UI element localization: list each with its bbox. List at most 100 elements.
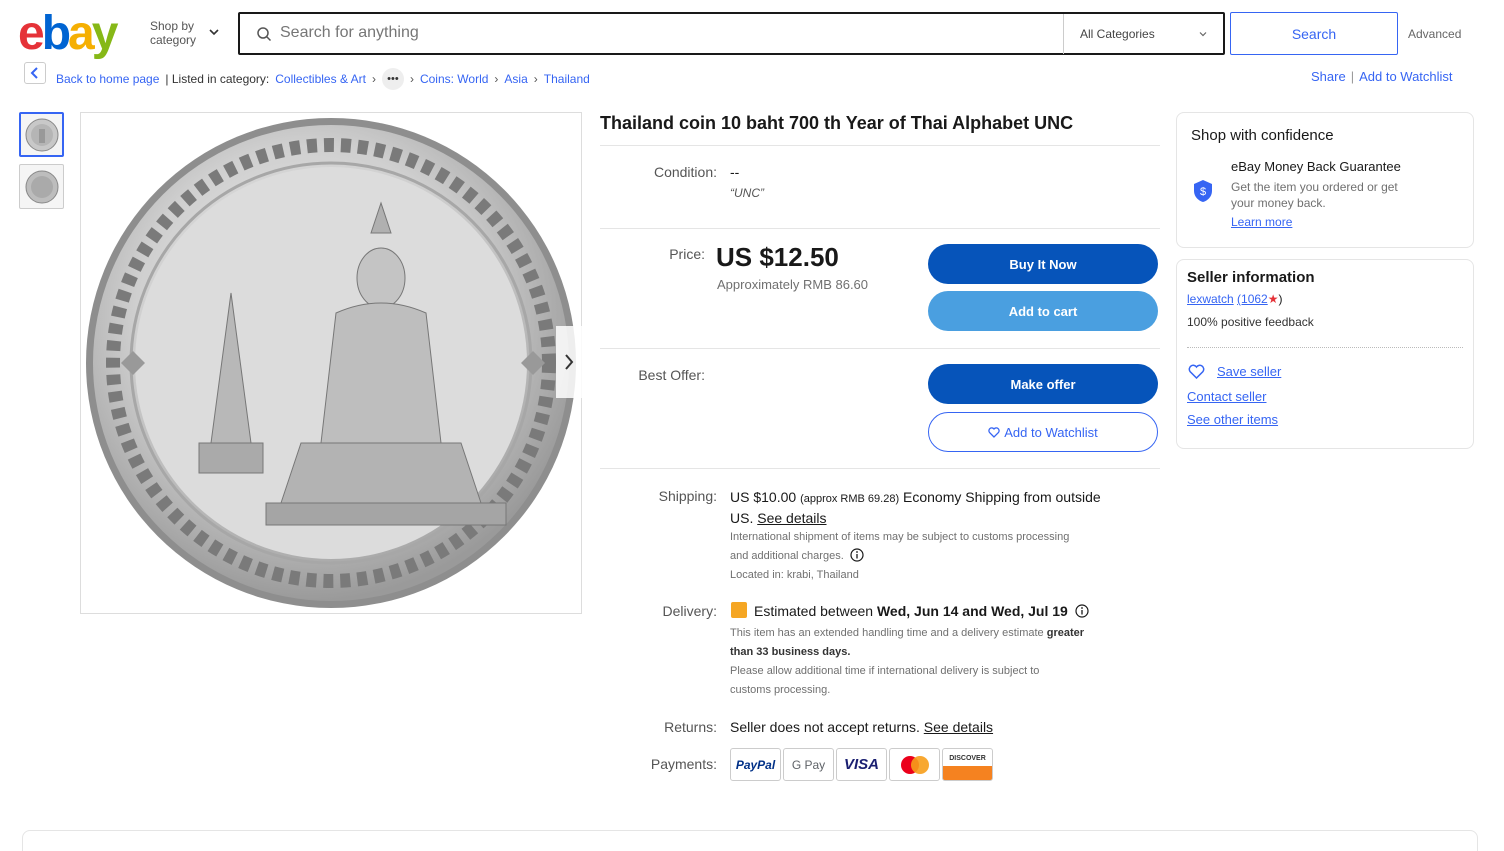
- delivery-prefix: Estimated between: [754, 603, 874, 619]
- back-button[interactable]: [24, 62, 46, 84]
- discover-icon: DISCOVER: [942, 748, 993, 781]
- breadcrumb-collectibles[interactable]: Collectibles & Art: [275, 72, 366, 86]
- returns-label: Returns:: [664, 719, 717, 735]
- ebay-logo[interactable]: ebay: [18, 7, 119, 60]
- star-icon: ★: [1267, 292, 1279, 306]
- make-offer-button[interactable]: Make offer: [928, 364, 1158, 404]
- seller-name-link[interactable]: lexwatch: [1187, 292, 1234, 306]
- delivery-note-bold-1: greater: [1046, 627, 1085, 639]
- buy-it-now-button[interactable]: Buy It Now: [928, 244, 1158, 284]
- next-image-button[interactable]: [556, 326, 582, 398]
- breadcrumb-asia[interactable]: Asia: [504, 72, 527, 86]
- divider: [600, 145, 1160, 146]
- returns-see-details-link[interactable]: See details: [924, 719, 993, 735]
- guarantee-title: eBay Money Back Guarantee: [1231, 159, 1401, 174]
- paypal-icon: PayPal: [730, 748, 781, 781]
- heart-icon[interactable]: [1188, 364, 1205, 379]
- shipping-note-line-2: and additional charges.: [730, 547, 1150, 566]
- logo-letter-y: y: [91, 7, 119, 60]
- see-other-items-link[interactable]: See other items: [1187, 412, 1278, 427]
- breadcrumb: Back to home page | Listed in category: …: [56, 68, 590, 90]
- thumbnail-2[interactable]: [19, 164, 64, 209]
- add-to-watchlist-button[interactable]: Add to Watchlist: [928, 412, 1158, 452]
- seller-score-close: ): [1278, 292, 1283, 306]
- condition-note: “UNC”: [730, 186, 764, 200]
- seller-info-title: Seller information: [1187, 269, 1315, 286]
- chevron-right-icon: ›: [371, 72, 376, 86]
- thumbnail-1[interactable]: [19, 112, 64, 157]
- breadcrumb-coins-world[interactable]: Coins: World: [420, 72, 488, 86]
- add-to-cart-button[interactable]: Add to cart: [928, 291, 1158, 331]
- price-label: Price:: [669, 246, 705, 262]
- chevron-left-icon: [30, 67, 38, 79]
- category-label: category: [150, 33, 197, 47]
- delivery-note-line-3: Please allow additional time if internat…: [730, 665, 1040, 677]
- item-price: US $12.50: [716, 242, 839, 272]
- share-watchlist-links: Share | Add to Watchlist: [1311, 69, 1453, 84]
- returns-info: Seller does not accept returns. See deta…: [730, 719, 993, 735]
- price-approx: Approximately RMB 86.60: [717, 277, 869, 292]
- learn-more-link[interactable]: Learn more: [1231, 215, 1292, 229]
- chevron-right-icon: ›: [533, 72, 538, 86]
- save-seller-link[interactable]: Save seller: [1217, 364, 1281, 379]
- shipping-info: US $10.00 (approx RMB 69.28) Economy Shi…: [730, 488, 1150, 528]
- shipping-see-details-link[interactable]: See details: [757, 510, 826, 526]
- back-to-home-link[interactable]: Back to home page: [56, 72, 159, 86]
- listed-in-label: | Listed in category:: [165, 72, 270, 86]
- main-product-image[interactable]: [80, 112, 582, 614]
- shipping-approx: (approx RMB 69.28): [800, 493, 900, 505]
- google-pay-icon: G Pay: [783, 748, 834, 781]
- visa-icon: VISA: [836, 748, 887, 781]
- search-button[interactable]: Search: [1230, 12, 1398, 55]
- description-section: [22, 830, 1478, 851]
- delivery-flag-icon: [731, 602, 747, 618]
- delivery-note-line-1: This item has an extended handling time …: [730, 624, 1160, 643]
- shipping-method-2: US.: [730, 510, 754, 526]
- svg-text:$: $: [1200, 186, 1206, 198]
- divider: |: [1350, 69, 1355, 84]
- item-title: Thailand coin 10 baht 700 th Year of Tha…: [600, 113, 1074, 133]
- share-link[interactable]: Share: [1311, 69, 1346, 84]
- divider: [1187, 347, 1463, 348]
- chevron-down-icon[interactable]: [1198, 29, 1208, 39]
- mastercard-logo: [900, 755, 929, 774]
- chevron-down-icon[interactable]: [208, 26, 220, 38]
- category-select[interactable]: All Categories: [1080, 27, 1155, 41]
- info-icon[interactable]: [850, 548, 864, 562]
- condition-label: Condition:: [653, 164, 717, 180]
- guarantee-text-line-2: your money back.: [1231, 196, 1326, 210]
- delivery-note: This item has an extended handling time …: [730, 624, 1160, 700]
- shipping-label: Shipping:: [658, 488, 717, 504]
- shipping-note-line-2-text: and additional charges.: [730, 550, 844, 562]
- contact-seller-link[interactable]: Contact seller: [1187, 389, 1266, 404]
- divider: [600, 468, 1160, 469]
- search-input[interactable]: [280, 22, 1040, 44]
- best-offer-label: Best Offer:: [638, 367, 705, 383]
- delivery-estimate: Estimated between Wed, Jun 14 and Wed, J…: [754, 603, 1089, 619]
- shipping-note-line-1: International shipment of items may be s…: [730, 531, 1070, 543]
- delivery-note-line-2: than 33 business days.: [730, 646, 851, 658]
- seller-name-row: lexwatch (1062★): [1187, 292, 1283, 306]
- guarantee-text: Get the item you ordered or get your mon…: [1231, 179, 1398, 211]
- delivery-label: Delivery:: [662, 603, 717, 619]
- shipping-note: International shipment of items may be s…: [730, 528, 1150, 585]
- info-icon[interactable]: [1075, 604, 1089, 618]
- delivery-note-line-4: customs processing.: [730, 684, 831, 696]
- shipping-method: Economy Shipping from outside: [903, 489, 1101, 505]
- more-breadcrumbs-button[interactable]: •••: [381, 68, 404, 90]
- returns-value: Seller does not accept returns.: [730, 719, 920, 735]
- add-to-watchlist-label: Add to Watchlist: [1004, 424, 1098, 440]
- logo-letter-a: a: [68, 7, 95, 60]
- seller-feedback: 100% positive feedback: [1187, 315, 1314, 329]
- shipping-price: US $10.00: [730, 489, 797, 505]
- shop-by-category-button[interactable]: Shop by category: [150, 19, 196, 47]
- advanced-search-link[interactable]: Advanced: [1408, 27, 1461, 41]
- seller-score-link[interactable]: (1062: [1237, 292, 1268, 306]
- breadcrumb-thailand[interactable]: Thailand: [544, 72, 590, 86]
- heart-icon: [988, 426, 1000, 438]
- mastercard-icon: [889, 748, 940, 781]
- search-icon: [257, 27, 272, 42]
- add-to-watchlist-link[interactable]: Add to Watchlist: [1359, 69, 1452, 84]
- divider: [1063, 14, 1064, 54]
- confidence-title: Shop with confidence: [1191, 127, 1334, 144]
